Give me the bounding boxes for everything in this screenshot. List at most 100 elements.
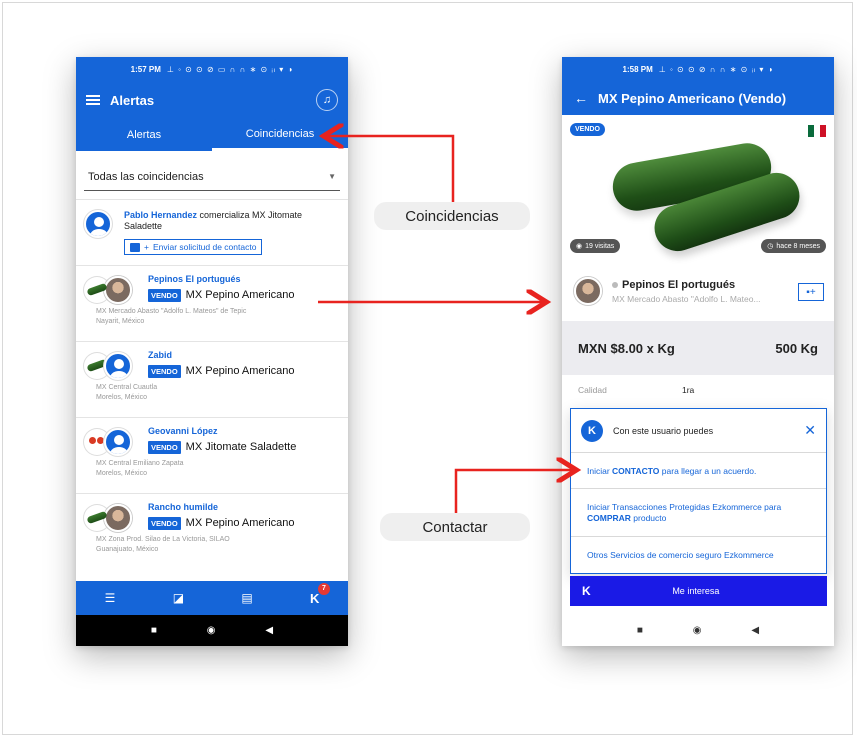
contact-options-popup: K Con este usuario puedes ✕ Iniciar CONT… <box>570 408 827 574</box>
address: MX Central Emiliano Zapata Morelos, Méxi… <box>96 459 184 477</box>
chat-icon[interactable]: ▤ <box>241 591 252 605</box>
menu-icon[interactable] <box>86 95 100 105</box>
views-count: 19 visitas <box>585 242 615 250</box>
page-title: MX Pepino Americano (Vendo) <box>598 90 787 106</box>
status-dot-icon <box>612 281 618 288</box>
status-badge: VENDO <box>570 123 605 136</box>
seller-name[interactable]: Geovanni López <box>148 426 340 436</box>
chart-icon[interactable]: ◪ <box>173 591 184 605</box>
back-icon[interactable]: ◀ <box>751 625 759 636</box>
address: MX Mercado Abasto "Adolfo L. Mateos" de … <box>96 307 247 325</box>
me-interesa-button[interactable]: K Me interesa <box>570 576 827 606</box>
product-image: VENDO ◉ 19 visitas ◷ hace 8 meses <box>562 115 834 261</box>
close-icon[interactable]: ✕ <box>804 422 816 439</box>
status-badge: VENDO <box>148 440 181 454</box>
list-item[interactable]: Rancho humilde VENDO MX Pepino Americano… <box>76 492 348 569</box>
send-contact-request-label: Enviar solicitud de contacto <box>152 242 257 252</box>
match-text: Pablo Hernandez comercializa MX Jitomate… <box>124 210 340 232</box>
list-item[interactable]: Pablo Hernandez comercializa MX Jitomate… <box>76 199 348 265</box>
filter-value: Todas las coincidencias <box>88 170 204 183</box>
add-contact-button[interactable]: ▪+ <box>798 283 824 301</box>
k-logo-icon: K <box>582 584 591 598</box>
list-item[interactable]: Geovanni López VENDO MX Jitomate Saladet… <box>76 416 348 493</box>
avatar <box>104 275 132 304</box>
phone-alerts-screen: 1:57 PM ⊥ ◦ ⊙ ⊙ ⊘ ▭ ∩ ∩ ∗ ⊙ ᵢₗ ▾ ◑ Alert… <box>76 57 348 646</box>
address: MX Central Cuautla Morelos, México <box>96 383 158 401</box>
status-badge: VENDO <box>148 516 181 530</box>
quality-value: 1ra <box>682 385 695 395</box>
me-interesa-label: Me interesa <box>672 586 720 596</box>
option-other-services[interactable]: Otros Servicios de comercio seguro Ezkom… <box>571 537 826 573</box>
seller-name: Pepinos El portugués <box>612 279 761 291</box>
avatar <box>104 351 132 380</box>
product-name: MX Pepino Americano <box>185 517 295 529</box>
quantity: 500 Kg <box>775 340 818 356</box>
status-bar: 1:58 PM ⊥ ◦ ⊙ ⊙ ⊘ ∩ ∩ ∗ ⊙ ᵢₗ ▾ ◑ <box>562 57 834 81</box>
tab-alertas[interactable]: Alertas <box>76 119 212 151</box>
status-badge: VENDO <box>148 288 181 302</box>
product-name: MX Pepino Americano <box>185 365 295 377</box>
status-icons: ⊥ ◦ ⊙ ⊙ ⊘ ∩ ∩ ∗ ⊙ ᵢₗ ▾ ◑ <box>658 64 774 74</box>
price: MXN $8.00 x Kg <box>578 340 675 356</box>
quality-row: Calidad 1ra <box>562 375 834 395</box>
tab-bar: Alertas Coincidencias <box>76 119 348 151</box>
page-title: Alertas <box>110 92 155 108</box>
product-name: MX Pepino Americano <box>185 289 295 301</box>
send-contact-request-button[interactable]: + Enviar solicitud de contacto <box>124 239 263 255</box>
eye-icon: ◉ <box>576 243 583 250</box>
seller-name[interactable]: Pepinos El portugués <box>148 274 340 284</box>
status-time: 1:57 PM <box>130 64 161 74</box>
price-row: MXN $8.00 x Kg 500 Kg <box>562 321 834 375</box>
tab-coincidencias[interactable]: Coincidencias <box>212 119 348 151</box>
k-logo-icon: K <box>581 419 603 442</box>
seller-row[interactable]: Pepinos El portugués MX Mercado Abasto "… <box>562 261 834 321</box>
k-logo-icon[interactable]: K7 <box>310 582 330 606</box>
system-nav: ■ ◉ ◀ <box>76 615 348 646</box>
product-name: MX Jitomate Saladette <box>185 441 297 453</box>
person-plus-icon: ▪+ <box>806 286 816 298</box>
seller-name[interactable]: Rancho humilde <box>148 502 340 512</box>
avatar <box>104 427 132 456</box>
app-bar: ← MX Pepino Americano (Vendo) <box>562 81 834 115</box>
back-arrow-icon[interactable]: ← <box>574 90 588 106</box>
bottom-nav: ☰ ◪ ▤ K7 <box>76 581 348 615</box>
callout-contactar: Contactar <box>380 513 530 541</box>
recents-icon[interactable]: ■ <box>151 625 157 636</box>
seller-address: MX Mercado Abasto "Adolfo L. Mateo... <box>612 293 761 304</box>
avatar <box>84 210 112 238</box>
plus-icon: + <box>144 242 149 252</box>
app-bar: Alertas ♫ <box>76 81 348 119</box>
avatar <box>574 277 602 305</box>
back-icon[interactable]: ◀ <box>265 625 273 636</box>
option-start-contact[interactable]: Iniciar CONTACTO para llegar a un acuerd… <box>571 453 826 489</box>
bell-icon[interactable]: ♫ <box>316 89 338 111</box>
views-pill: ◉ 19 visitas <box>570 239 621 253</box>
age-pill: ◷ hace 8 meses <box>761 239 826 253</box>
recents-icon[interactable]: ■ <box>637 625 643 636</box>
clock-icon: ◷ <box>767 243 774 250</box>
filter-select[interactable]: Todas las coincidencias ▼ <box>84 163 340 191</box>
quality-label: Calidad <box>578 385 607 395</box>
status-bar: 1:57 PM ⊥ ◦ ⊙ ⊙ ⊘ ▭ ∩ ∩ ∗ ⊙ ᵢₗ ▾ ◑ <box>76 57 348 81</box>
avatar <box>104 503 132 532</box>
address: MX Zona Prod. Silao de La Victoria, SILA… <box>96 535 230 553</box>
person-icon <box>130 242 140 252</box>
callout-coincidencias: Coincidencias <box>374 202 530 230</box>
notification-count-badge: 7 <box>317 582 330 595</box>
caret-down-icon: ▼ <box>328 172 336 181</box>
status-icons: ⊥ ◦ ⊙ ⊙ ⊘ ▭ ∩ ∩ ∗ ⊙ ᵢₗ ▾ ◑ <box>166 64 294 74</box>
status-badge: VENDO <box>148 364 181 378</box>
mexico-flag-icon <box>808 125 826 137</box>
list-item[interactable]: Pepinos El portugués VENDO MX Pepino Ame… <box>76 264 348 341</box>
list-icon[interactable]: ☰ <box>105 591 116 605</box>
home-icon[interactable]: ◉ <box>693 625 702 636</box>
home-icon[interactable]: ◉ <box>207 625 216 636</box>
post-age: hace 8 meses <box>776 242 820 250</box>
list-item[interactable]: Zabid VENDO MX Pepino Americano MX Centr… <box>76 340 348 417</box>
user-name[interactable]: Pablo Hernandez <box>124 210 197 220</box>
popup-header: K Con este usuario puedes ✕ <box>571 409 826 453</box>
seller-name[interactable]: Zabid <box>148 350 340 360</box>
option-protected-transaction[interactable]: Iniciar Transacciones Protegidas Ezkomme… <box>571 489 826 537</box>
system-nav: ■ ◉ ◀ <box>562 615 834 646</box>
status-time: 1:58 PM <box>622 64 653 74</box>
